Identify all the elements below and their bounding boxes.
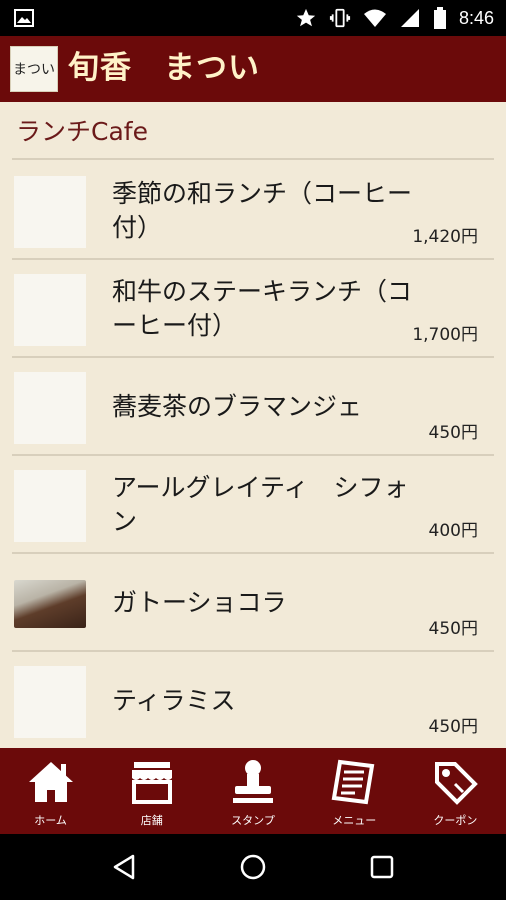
- item-name: 和牛のステーキランチ（コーヒー付）: [112, 277, 413, 340]
- home-icon: [28, 762, 73, 802]
- item-name: アールグレイティ シフォン: [112, 473, 409, 536]
- status-bar: 8:46: [0, 0, 506, 36]
- list-item[interactable]: 和牛のステーキランチ（コーヒー付） 1,700円: [0, 260, 506, 358]
- list-item[interactable]: ティラミス 450円: [0, 652, 506, 748]
- tab-label: メニュー: [332, 814, 377, 827]
- tab-coupon[interactable]: クーポン: [405, 748, 506, 834]
- item-thumbnail: [14, 274, 86, 346]
- coupon-icon: [435, 762, 479, 805]
- menu-content[interactable]: ランチCafe 季節の和ランチ（コーヒー付） 1,420円 和牛のステーキランチ…: [0, 102, 506, 748]
- item-photo: [14, 580, 86, 628]
- item-price: 450円: [428, 717, 478, 737]
- tab-label: クーポン: [433, 814, 478, 827]
- shop-logo: まつい: [10, 46, 58, 92]
- page-title: 旬香 まつい: [68, 50, 260, 86]
- item-price: 450円: [428, 619, 478, 639]
- list-item[interactable]: 蕎麦茶のブラマンジェ 450円: [0, 358, 506, 456]
- section-title: ランチCafe: [16, 117, 148, 146]
- tab-stamp[interactable]: スタンプ: [202, 748, 303, 834]
- item-name: 蕎麦茶のブラマンジェ: [112, 392, 363, 421]
- star-icon: [296, 8, 316, 27]
- tab-menu[interactable]: メニュー: [304, 748, 405, 834]
- item-name: ガトーショコラ: [112, 588, 287, 617]
- tab-label: スタンプ: [231, 814, 275, 827]
- item-price: 400円: [428, 521, 478, 541]
- item-name: ティラミス: [112, 686, 236, 715]
- list-item[interactable]: 季節の和ランチ（コーヒー付） 1,420円: [0, 162, 506, 260]
- tab-label: ホーム: [34, 814, 67, 827]
- divider: [12, 158, 494, 160]
- item-name: 季節の和ランチ（コーヒー付）: [112, 179, 413, 242]
- item-price: 450円: [428, 423, 478, 443]
- tab-label: 店舗: [140, 814, 163, 827]
- image-icon: [14, 9, 34, 27]
- store-icon: [131, 762, 172, 804]
- list-item[interactable]: アールグレイティ シフォン 400円: [0, 456, 506, 554]
- system-nav-bar: [0, 834, 506, 900]
- signal-icon: [400, 9, 419, 27]
- tab-home[interactable]: ホーム: [0, 748, 101, 834]
- vibrate-icon: [329, 8, 351, 28]
- app-header: まつい 旬香 まつい: [0, 36, 506, 102]
- item-thumbnail: [14, 666, 86, 738]
- stamp-icon: [233, 760, 273, 803]
- status-time: 8:46: [458, 7, 494, 28]
- back-icon[interactable]: [109, 852, 139, 882]
- menu-list: 季節の和ランチ（コーヒー付） 1,420円 和牛のステーキランチ（コーヒー付） …: [0, 162, 506, 748]
- menu-icon: [331, 759, 375, 805]
- wifi-icon: [363, 9, 386, 27]
- recents-icon[interactable]: [367, 852, 397, 882]
- item-thumbnail: [14, 176, 86, 248]
- item-thumbnail: [14, 470, 86, 542]
- item-price: 1,700円: [412, 325, 478, 345]
- tab-store[interactable]: 店舗: [101, 748, 202, 834]
- home-circle-icon[interactable]: [238, 852, 268, 882]
- battery-icon: [433, 7, 446, 29]
- item-thumbnail: [14, 372, 86, 444]
- list-item[interactable]: ガトーショコラ 450円: [0, 554, 506, 652]
- item-price: 1,420円: [412, 227, 478, 247]
- shop-logo-text: まつい: [13, 62, 55, 78]
- bottom-tab-bar: ホーム 店舗 スタンプ メニュー クーポン: [0, 748, 506, 834]
